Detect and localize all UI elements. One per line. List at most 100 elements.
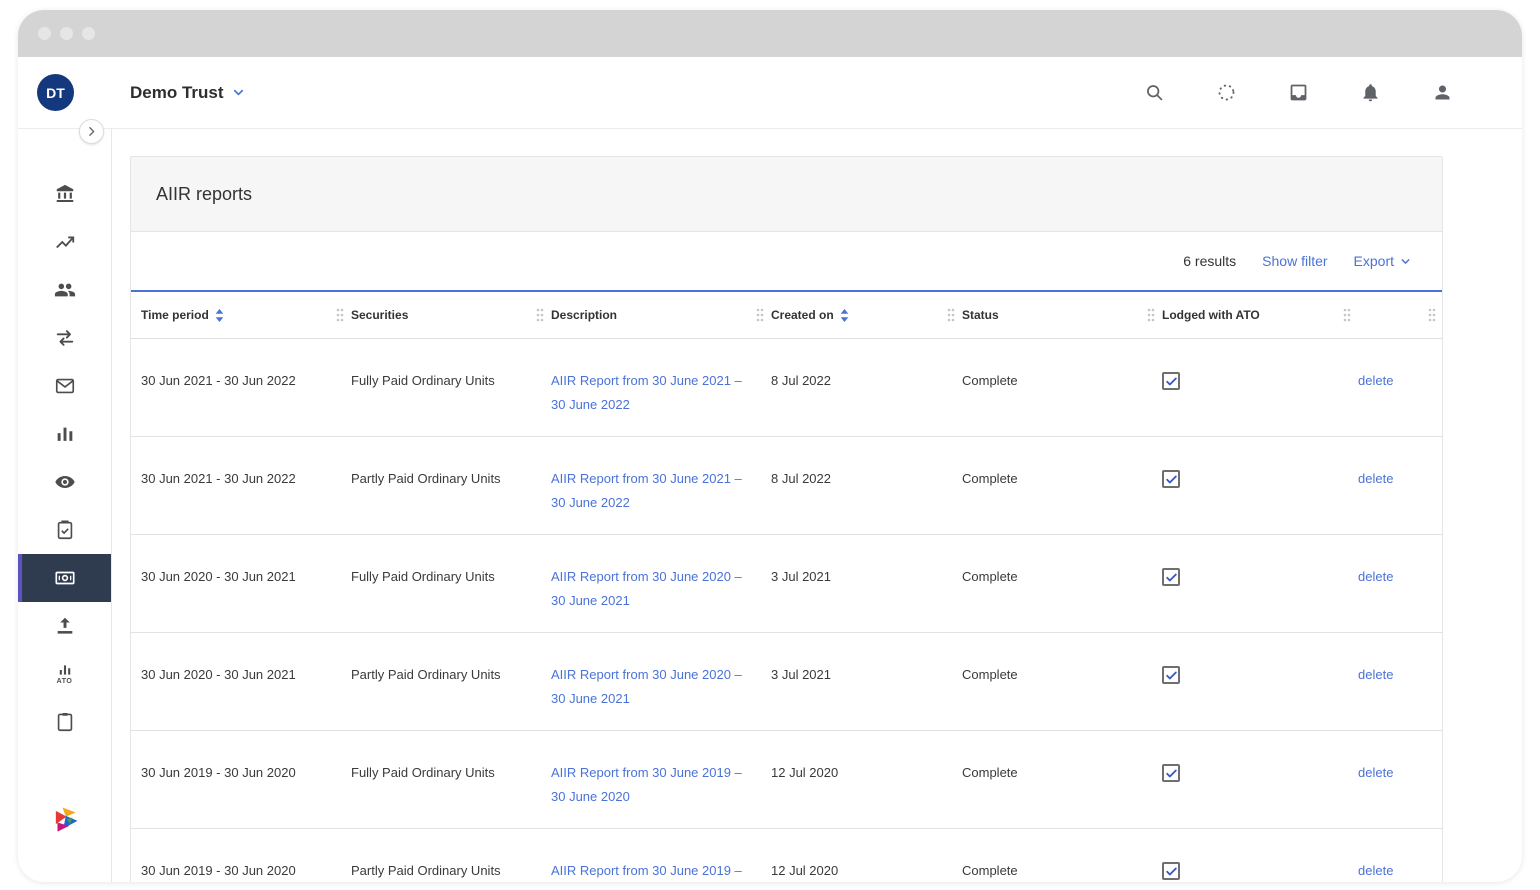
column-drag-handle[interactable] [756, 308, 764, 323]
delete-link[interactable]: delete [1358, 765, 1393, 780]
column-drag-handle[interactable] [1343, 308, 1351, 323]
bar-chart-icon [54, 423, 76, 445]
delete-link[interactable]: delete [1358, 471, 1393, 486]
sidebar-item-tasks[interactable] [18, 506, 111, 554]
table-body: 30 Jun 2021 - 30 Jun 2022 Fully Paid Ord… [131, 339, 1442, 882]
delete-link[interactable]: delete [1358, 569, 1393, 584]
sidebar-item-ato-reports[interactable]: ATO [18, 650, 111, 698]
column-drag-handle[interactable] [536, 308, 544, 323]
sidebar-item-communications[interactable] [18, 362, 111, 410]
lodged-checkbox[interactable] [1162, 764, 1180, 782]
delete-link[interactable]: delete [1358, 667, 1393, 682]
table-row: 30 Jun 2019 - 30 Jun 2020 Fully Paid Ord… [131, 731, 1442, 829]
column-header-status[interactable]: Status [947, 308, 1152, 322]
page-title: AIIR reports [156, 183, 253, 204]
report-link[interactable]: AIIR Report from 30 June 2021 – 30 June … [551, 369, 749, 417]
inbox-icon[interactable] [1287, 82, 1309, 104]
cell-created-on: 12 Jul 2020 [771, 765, 839, 780]
show-filter-link[interactable]: Show filter [1262, 253, 1327, 269]
cell-created-on: 8 Jul 2022 [771, 373, 831, 388]
cell-status: Complete [962, 765, 1018, 780]
people-icon [54, 279, 76, 301]
card-header: AIIR reports [131, 157, 1442, 232]
delete-link[interactable]: delete [1358, 373, 1393, 388]
export-menu-button[interactable]: Export [1354, 253, 1412, 269]
cell-securities: Partly Paid Ordinary Units [351, 863, 501, 878]
lodged-checkbox[interactable] [1162, 666, 1180, 684]
cell-status: Complete [962, 373, 1018, 388]
sidebar-item-review[interactable] [18, 458, 111, 506]
window-control-dot[interactable] [38, 27, 51, 40]
column-header-lodged-with-ato[interactable]: Lodged with ATO [1147, 308, 1348, 322]
header-icons [1143, 82, 1453, 104]
delete-link[interactable]: delete [1358, 863, 1393, 878]
cell-actions: delete [1348, 633, 1442, 730]
cell-lodged [1152, 339, 1348, 436]
brand-logo[interactable] [50, 805, 80, 840]
column-drag-handle[interactable] [336, 308, 344, 323]
eye-icon [54, 471, 76, 493]
report-link[interactable]: AIIR Report from 30 June 2020 – 30 June … [551, 565, 749, 613]
search-icon[interactable] [1143, 82, 1165, 104]
report-link[interactable]: AIIR Report from 30 June 2021 – 30 June … [551, 467, 749, 515]
sort-icon[interactable] [215, 308, 224, 322]
table-row: 30 Jun 2020 - 30 Jun 2021 Fully Paid Ord… [131, 535, 1442, 633]
table-row: 30 Jun 2021 - 30 Jun 2022 Fully Paid Ord… [131, 339, 1442, 437]
report-link[interactable]: AIIR Report from 30 June 2019 – 30 June … [551, 859, 749, 882]
sidebar-item-bank[interactable] [18, 170, 111, 218]
cell-created-on: 8 Jul 2022 [771, 471, 831, 486]
clipboard-check-icon [54, 519, 76, 541]
table-row: 30 Jun 2019 - 30 Jun 2020 Partly Paid Or… [131, 829, 1442, 882]
spinner-icon[interactable] [1215, 82, 1237, 104]
report-link[interactable]: AIIR Report from 30 June 2020 – 30 June … [551, 663, 749, 711]
lodged-checkbox[interactable] [1162, 470, 1180, 488]
lodged-checkbox[interactable] [1162, 862, 1180, 880]
table-toolbar: 6 results Show filter Export [131, 232, 1442, 290]
chevron-down-icon [231, 85, 246, 100]
lodged-checkbox[interactable] [1162, 568, 1180, 586]
upload-icon [54, 615, 76, 637]
sidebar-item-transfers[interactable] [18, 314, 111, 362]
entity-switcher[interactable]: Demo Trust [130, 83, 246, 103]
sidebar-item-holders[interactable] [18, 266, 111, 314]
cell-time-period: 30 Jun 2021 - 30 Jun 2022 [141, 373, 296, 388]
sort-icon[interactable] [840, 308, 849, 322]
account-icon[interactable] [1431, 82, 1453, 104]
app-header: DT Demo Trust [18, 57, 1522, 129]
results-count: 6 results [1183, 253, 1237, 269]
cell-description: AIIR Report from 30 June 2020 – 30 June … [541, 633, 761, 730]
cell-lodged [1152, 633, 1348, 730]
window-control-dot[interactable] [60, 27, 73, 40]
column-drag-handle[interactable] [1428, 308, 1436, 323]
sidebar-expand-button[interactable] [79, 119, 104, 144]
column-header-time-period[interactable]: Time period [131, 308, 341, 322]
cell-status: Complete [962, 863, 1018, 878]
sidebar-item-upload[interactable] [18, 602, 111, 650]
sidebar-item-reports[interactable] [18, 410, 111, 458]
cell-lodged [1152, 731, 1348, 828]
column-header-created-on[interactable]: Created on [756, 308, 952, 322]
line-chart-icon [54, 231, 76, 253]
cell-description: AIIR Report from 30 June 2020 – 30 June … [541, 535, 761, 632]
lodged-checkbox[interactable] [1162, 372, 1180, 390]
cell-description: AIIR Report from 30 June 2019 – 30 June … [541, 829, 761, 882]
report-link[interactable]: AIIR Report from 30 June 2019 – 30 June … [551, 761, 749, 809]
avatar[interactable]: DT [37, 74, 74, 111]
ato-report-icon [56, 663, 74, 677]
sidebar-item-registers[interactable] [18, 698, 111, 746]
cell-securities: Fully Paid Ordinary Units [351, 569, 495, 584]
chevron-down-icon [1399, 255, 1412, 268]
column-header-description[interactable]: Description [536, 308, 761, 322]
banknote-icon [54, 567, 76, 589]
sidebar-item-distributions[interactable] [18, 554, 111, 602]
column-drag-handle[interactable] [1147, 308, 1155, 323]
bell-icon[interactable] [1359, 82, 1381, 104]
cell-description: AIIR Report from 30 June 2019 – 30 June … [541, 731, 761, 828]
window-titlebar [18, 10, 1522, 57]
window-control-dot[interactable] [82, 27, 95, 40]
column-header-securities[interactable]: Securities [336, 308, 541, 322]
cell-time-period: 30 Jun 2019 - 30 Jun 2020 [141, 765, 296, 780]
sidebar-item-performance[interactable] [18, 218, 111, 266]
cell-securities: Fully Paid Ordinary Units [351, 765, 495, 780]
column-drag-handle[interactable] [947, 308, 955, 323]
